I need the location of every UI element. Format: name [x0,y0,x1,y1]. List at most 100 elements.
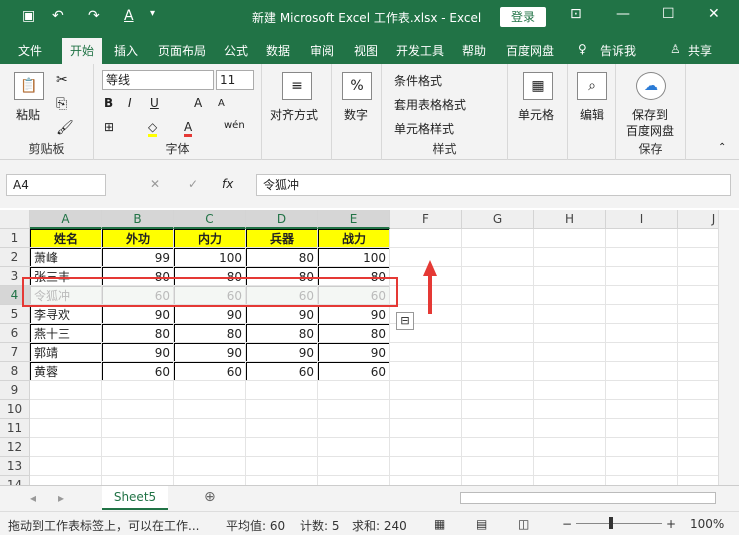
zoom-out-icon[interactable]: − [562,517,572,531]
row-header[interactable]: 9 [0,381,30,400]
tab-page-layout[interactable]: 页面布局 [158,42,206,59]
row-header[interactable]: 11 [0,419,30,438]
column-header[interactable]: D [246,210,318,229]
zoom-in-icon[interactable]: + [666,517,676,531]
zoom-level[interactable]: 100% [690,517,724,531]
next-sheet-icon[interactable]: ▸ [58,491,64,505]
cells-icon[interactable]: ▦ [523,72,553,100]
table-cell[interactable]: 80 [174,324,246,343]
baidu-cloud-icon[interactable]: ☁ [636,72,666,100]
table-cell[interactable]: 90 [102,343,174,362]
conditional-format-button[interactable]: 条件格式 [394,72,442,89]
undo-icon[interactable]: ↶ [52,8,64,24]
format-as-table-button[interactable]: 套用表格格式 [394,96,466,113]
share-icon[interactable]: ♙ [670,42,681,56]
underline-button[interactable]: U [150,96,159,110]
row-header[interactable]: 10 [0,400,30,419]
table-cell[interactable]: 90 [246,305,318,324]
sheet-tab[interactable]: Sheet5 [102,486,168,510]
table-cell[interactable]: 90 [318,305,390,324]
column-header[interactable]: H [534,210,606,229]
align-icon[interactable]: ≡ [282,72,312,100]
table-cell[interactable]: 99 [102,248,174,267]
grow-font-button[interactable]: A [194,96,202,110]
font-color-quick-icon[interactable]: A [124,8,134,24]
format-painter-icon[interactable]: 🖌 [56,120,74,136]
save-icon[interactable]: ▣ [22,8,35,24]
table-header-cell[interactable]: 战力 [318,229,390,248]
close-icon[interactable]: ✕ [708,6,720,22]
table-header-cell[interactable]: 兵器 [246,229,318,248]
table-cell[interactable]: 郭靖 [30,343,102,362]
font-name-select[interactable]: 等线 [102,70,214,90]
normal-view-icon[interactable]: ▦ [434,517,445,531]
percent-icon[interactable]: % [342,72,372,100]
table-header-cell[interactable]: 内力 [174,229,246,248]
bold-button[interactable]: B [104,96,113,110]
collapse-ribbon-icon[interactable]: ⌃ [718,142,726,153]
row-header[interactable]: 7 [0,343,30,362]
table-cell[interactable]: 100 [318,248,390,267]
worksheet-grid[interactable]: A B C D E F G H I J 1 2 3 4 5 6 7 8 9 10 11 12 13 14 姓名 外功 内力 兵器 战力萧… [0,210,718,485]
tab-developer[interactable]: 开发工具 [396,42,444,59]
ribbon-display-icon[interactable]: ⊡ [570,6,582,22]
table-cell[interactable]: 100 [174,248,246,267]
quick-analysis-icon[interactable]: ⊟ [396,312,414,330]
italic-button[interactable]: I [128,96,132,110]
tab-data[interactable]: 数据 [266,42,290,59]
table-cell[interactable]: 80 [246,324,318,343]
page-break-icon[interactable]: ◫ [518,517,529,531]
cell-styles-button[interactable]: 单元格样式 [394,120,454,137]
page-layout-icon[interactable]: ▤ [476,517,487,531]
row-header[interactable]: 12 [0,438,30,457]
table-cell[interactable]: 燕十三 [30,324,102,343]
table-cell[interactable]: 李寻欢 [30,305,102,324]
fx-button[interactable]: fx [222,177,233,191]
column-header[interactable]: G [462,210,534,229]
table-cell[interactable]: 60 [246,362,318,381]
redo-icon[interactable]: ↷ [88,8,100,24]
formula-input[interactable]: 令狐冲 [256,174,731,196]
name-box[interactable]: A4 [6,174,106,196]
table-header-cell[interactable]: 外功 [102,229,174,248]
tab-file[interactable]: 文件 [18,42,42,59]
table-cell[interactable]: 黄蓉 [30,362,102,381]
table-cell[interactable]: 80 [318,324,390,343]
search-icon[interactable]: ⌕ [577,72,607,100]
paste-button[interactable]: 粘贴 [16,106,40,123]
login-button[interactable]: 登录 [500,7,546,27]
tab-formulas[interactable]: 公式 [224,42,248,59]
tab-view[interactable]: 视图 [354,42,378,59]
column-header[interactable]: E [318,210,390,229]
table-cell[interactable]: 60 [318,362,390,381]
copy-icon[interactable]: ⎘ [56,96,67,112]
minimize-icon[interactable]: — [616,6,630,22]
select-all-corner[interactable] [0,210,30,229]
zoom-slider-thumb[interactable] [609,517,613,529]
row-header[interactable]: 2 [0,248,30,267]
cancel-icon[interactable]: ✕ [150,177,160,191]
table-cell[interactable]: 90 [102,305,174,324]
row-header[interactable]: 6 [0,324,30,343]
table-cell[interactable]: 90 [174,305,246,324]
shrink-font-button[interactable]: A [218,98,225,109]
table-cell[interactable]: 80 [246,248,318,267]
tell-me-search[interactable]: 告诉我 [600,42,636,59]
zoom-slider[interactable] [576,523,662,524]
row-header[interactable]: 8 [0,362,30,381]
prev-sheet-icon[interactable]: ◂ [30,491,36,505]
tab-review[interactable]: 审阅 [310,42,334,59]
table-cell[interactable]: 80 [102,324,174,343]
table-cell[interactable]: 90 [174,343,246,362]
table-cell[interactable]: 60 [102,362,174,381]
save-line2[interactable]: 百度网盘 [626,122,674,139]
font-color-icon[interactable]: A [184,120,193,137]
paste-icon[interactable]: 📋 [14,72,44,100]
column-header[interactable]: B [102,210,174,229]
enter-icon[interactable]: ✓ [188,177,198,191]
share-button[interactable]: 共享 [688,42,712,59]
edit-button[interactable]: 编辑 [580,106,604,123]
column-header[interactable]: J [678,210,718,229]
add-sheet-icon[interactable]: ⊕ [204,489,216,505]
phonetic-icon[interactable]: wén [224,120,245,131]
